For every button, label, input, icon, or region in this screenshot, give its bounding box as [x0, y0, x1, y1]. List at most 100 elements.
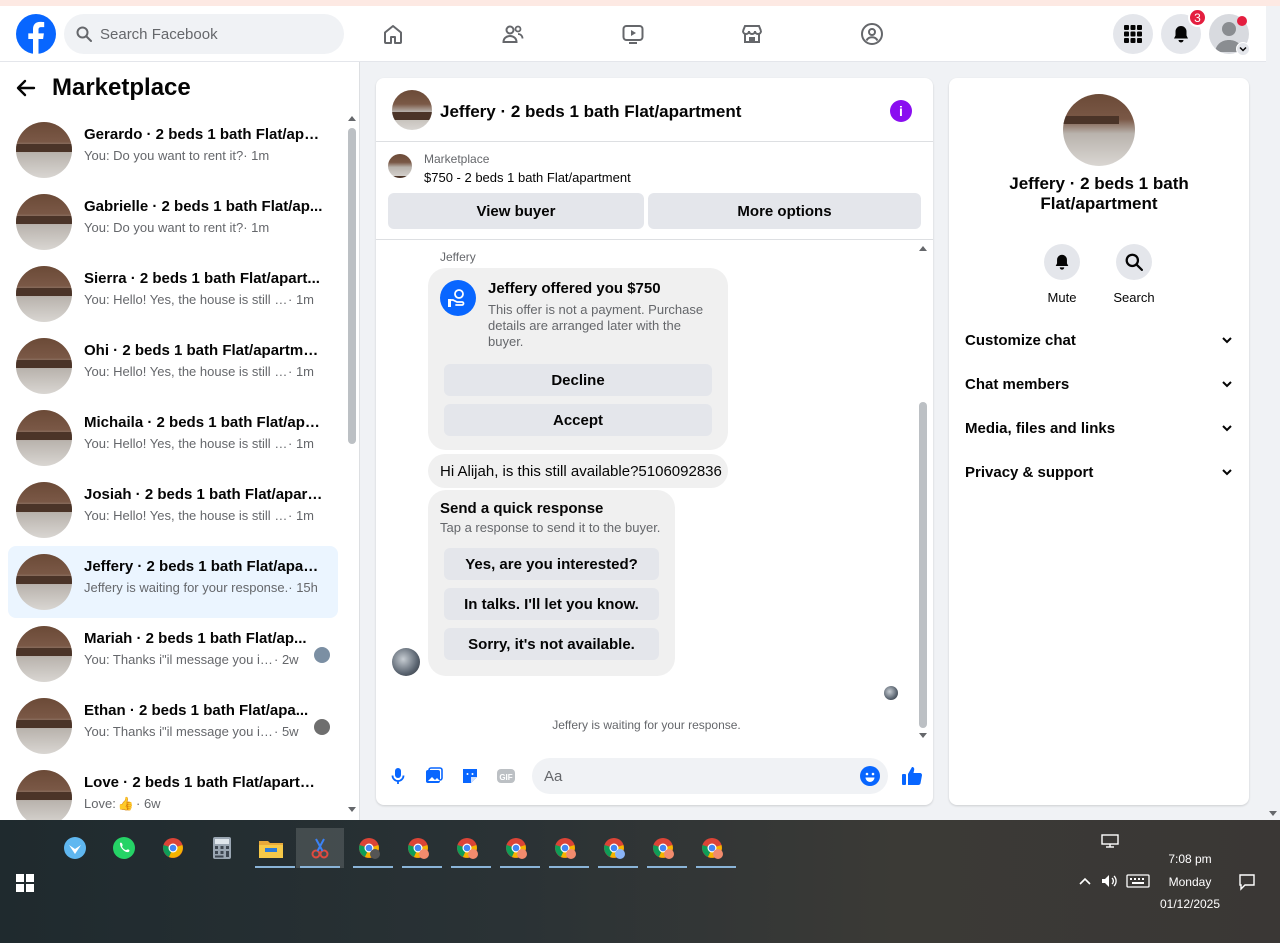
windows-start-icon[interactable]: [16, 874, 34, 892]
info-icon[interactable]: i: [890, 100, 912, 122]
home-icon[interactable]: [381, 22, 405, 46]
chrome-profile-icon[interactable]: [398, 828, 442, 868]
chat-panel: Jeffery · 2 beds 1 bath Flat/apartment i…: [376, 78, 933, 805]
mute-button[interactable]: [1044, 244, 1080, 280]
conversation-item[interactable]: Ohi · 2 beds 1 bath Flat/apartment You: …: [8, 330, 338, 402]
quick-reply-in-talks-button[interactable]: In talks. I'll let you know.: [444, 588, 659, 620]
customize-chat-row[interactable]: Customize chat: [965, 324, 1233, 356]
chrome-profile-icon[interactable]: [643, 828, 687, 868]
mute-action[interactable]: Mute: [1032, 244, 1092, 305]
conversation-item[interactable]: Michaila · 2 beds 1 bath Flat/apa... You…: [8, 402, 338, 474]
media-files-links-row[interactable]: Media, files and links: [965, 412, 1233, 444]
conversation-message: Jeffery is waiting for your response.: [84, 580, 289, 595]
scroll-down-arrow-icon[interactable]: [348, 807, 356, 812]
clock-day[interactable]: Monday: [1150, 875, 1230, 889]
mute-label: Mute: [1047, 290, 1077, 305]
chrome-profile-icon[interactable]: [349, 828, 393, 868]
gif-icon[interactable]: GIF: [496, 766, 516, 786]
message-bubble[interactable]: Hi Alijah, is this still available?51060…: [428, 454, 728, 488]
chrome-profile-icon[interactable]: [594, 828, 638, 868]
search-action[interactable]: Search: [1104, 244, 1164, 305]
apps-menu-button[interactable]: [1113, 14, 1153, 54]
scrollbar-thumb[interactable]: [919, 402, 927, 728]
groups-icon[interactable]: [860, 22, 884, 46]
thumbs-up-like-icon[interactable]: [900, 764, 924, 788]
clock-time[interactable]: 7:08 pm: [1150, 852, 1230, 866]
whatsapp-icon[interactable]: [104, 828, 144, 868]
listing-thumbnail-large[interactable]: [1063, 94, 1135, 166]
account-chevron-icon[interactable]: [1236, 42, 1250, 56]
scrollbar-thumb[interactable]: [348, 128, 356, 444]
calculator-icon[interactable]: [202, 828, 242, 868]
view-buyer-button[interactable]: View buyer: [388, 193, 644, 229]
listing-thumbnail: [16, 482, 72, 538]
chrome-profile-icon[interactable]: [692, 828, 736, 868]
chat-scrollbar[interactable]: [916, 244, 930, 740]
conversation-item[interactable]: Love · 2 beds 1 bath Flat/apartm... Love…: [8, 762, 338, 820]
chrome-profile-icon[interactable]: [545, 828, 589, 868]
conversation-preview: You: Do you want to rent it? · 1m: [84, 220, 269, 235]
chat-title[interactable]: Jeffery · 2 beds 1 bath Flat/apartment: [440, 102, 741, 122]
chat-members-row[interactable]: Chat members: [965, 368, 1233, 400]
quick-reply-not-available-button[interactable]: Sorry, it's not available.: [444, 628, 659, 660]
scroll-down-arrow-icon[interactable]: [1269, 811, 1277, 816]
sticker-icon[interactable]: [460, 766, 480, 786]
inbox-scrollbar[interactable]: [346, 114, 358, 814]
seen-avatar: [314, 647, 330, 663]
accept-button[interactable]: Accept: [444, 404, 712, 436]
snipping-tool-icon[interactable]: [296, 828, 344, 868]
friends-icon[interactable]: [501, 22, 525, 46]
privacy-support-row[interactable]: Privacy & support: [965, 456, 1233, 488]
conversation-item[interactable]: Gerardo · 2 beds 1 bath Flat/apa... You:…: [8, 114, 338, 186]
back-arrow-icon[interactable]: [16, 78, 36, 98]
conversation-item[interactable]: Ethan · 2 beds 1 bath Flat/apa... You: T…: [8, 690, 338, 762]
chrome-icon[interactable]: [153, 828, 193, 868]
listing-price[interactable]: $750 - 2 beds 1 bath Flat/apartment: [424, 170, 631, 185]
listing-thumbnail[interactable]: [392, 90, 432, 130]
scroll-down-arrow-icon[interactable]: [919, 733, 927, 738]
emoji-icon[interactable]: [860, 766, 880, 786]
search-in-chat-button[interactable]: [1116, 244, 1152, 280]
row-label: Media, files and links: [965, 419, 1116, 437]
search-bar[interactable]: [64, 14, 344, 54]
bell-icon: [1055, 254, 1069, 270]
chevron-down-icon: [1222, 469, 1232, 476]
listing-thumbnail[interactable]: [388, 154, 412, 178]
marketplace-icon[interactable]: [740, 22, 764, 46]
taskbar-app-tray-icon[interactable]: [55, 828, 95, 868]
decline-button[interactable]: Decline: [444, 364, 712, 396]
conversation-item-selected[interactable]: Jeffery · 2 beds 1 bath Flat/apart... Je…: [8, 546, 338, 618]
listing-thumbnail: [16, 194, 72, 250]
conversation-message: You: Do you want to rent it?: [84, 148, 244, 163]
waiting-status: Jeffery is waiting for your response.: [552, 718, 741, 732]
video-icon[interactable]: [621, 22, 645, 46]
volume-icon[interactable]: [1100, 873, 1118, 889]
message-input-box[interactable]: [532, 758, 888, 794]
facebook-logo-icon[interactable]: [16, 14, 56, 54]
page-scrollbar[interactable]: [1266, 62, 1280, 820]
conversation-item[interactable]: Gabrielle · 2 beds 1 bath Flat/ap... You…: [8, 186, 338, 258]
scroll-up-arrow-icon[interactable]: [919, 246, 927, 251]
chevron-up-icon[interactable]: [1078, 876, 1092, 886]
sender-avatar[interactable]: [392, 648, 420, 676]
more-options-button[interactable]: More options: [648, 193, 921, 229]
keyboard-icon[interactable]: [1126, 874, 1150, 888]
conversation-item[interactable]: Sierra · 2 beds 1 bath Flat/apart... You…: [8, 258, 338, 330]
photo-icon[interactable]: [424, 766, 444, 786]
running-indicator: [300, 866, 340, 868]
search-input[interactable]: [100, 25, 320, 43]
microphone-icon[interactable]: [388, 766, 408, 786]
chrome-profile-icon[interactable]: [447, 828, 491, 868]
quick-reply-interested-button[interactable]: Yes, are you interested?: [444, 548, 659, 580]
chrome-profile-icon[interactable]: [496, 828, 540, 868]
message-input[interactable]: [544, 767, 844, 785]
top-navigation-bar: 3: [0, 6, 1266, 62]
clock-date[interactable]: 01/12/2025: [1150, 897, 1230, 911]
file-explorer-icon[interactable]: [251, 828, 295, 868]
conversation-item[interactable]: Mariah · 2 beds 1 bath Flat/ap... You: T…: [8, 618, 338, 690]
scroll-up-arrow-icon[interactable]: [348, 116, 356, 121]
network-icon[interactable]: [1101, 834, 1119, 848]
conversation-item[interactable]: Josiah · 2 beds 1 bath Flat/apart... You…: [8, 474, 338, 546]
notifications-button[interactable]: 3: [1161, 8, 1207, 54]
notification-center-icon[interactable]: [1238, 873, 1256, 891]
